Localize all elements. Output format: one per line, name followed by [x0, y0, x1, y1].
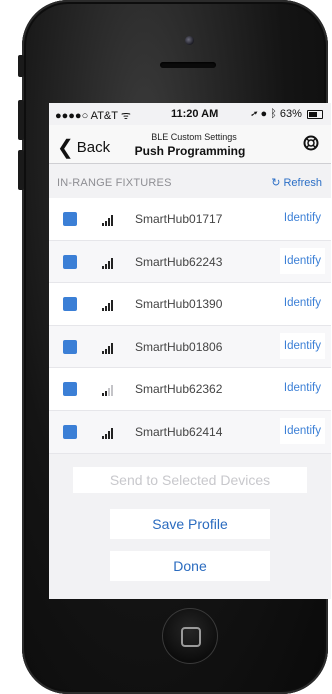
back-button[interactable]: ❮ Back — [57, 135, 110, 160]
signal-bar — [111, 300, 113, 312]
signal-strength-icon — [102, 342, 116, 354]
device-name: SmartHub01806 — [135, 339, 223, 354]
signal-bar — [102, 223, 104, 226]
back-label: Back — [76, 139, 111, 156]
signal-bar — [105, 306, 107, 312]
lifebuoy-icon[interactable] — [303, 135, 319, 151]
device-row[interactable]: SmartHub01390 Identify — [49, 283, 331, 326]
nav-subtitle: BLE Custom Settings — [151, 132, 237, 142]
device-checkbox[interactable] — [63, 382, 77, 397]
device-name: SmartHub01390 — [135, 297, 223, 312]
signal-bar — [111, 427, 113, 439]
front-camera — [185, 36, 194, 45]
signal-bar — [108, 260, 110, 269]
signal-bar — [108, 218, 110, 226]
device-row[interactable]: SmartHub62243 Identify — [49, 240, 331, 284]
signal-bar — [102, 265, 104, 269]
signal-bar — [102, 308, 104, 312]
signal-bar — [105, 348, 107, 354]
signal-bar — [111, 257, 113, 269]
device-list: SmartHub01717 Identify SmartHub62243 Identi… — [49, 198, 331, 454]
refresh-button[interactable]: ↻ Refresh — [271, 176, 322, 189]
status-bar: ●●●●○ AT&T ᯤ 11:20 AM ➚ ● ᛒ 63% — [49, 103, 331, 123]
home-square-icon — [181, 627, 201, 647]
device-checkbox[interactable] — [63, 297, 77, 312]
signal-bar — [102, 350, 104, 354]
signal-strength-icon — [102, 384, 116, 397]
device-name: SmartHub62243 — [135, 254, 223, 269]
status-right: ➚ ● ᛒ 63% — [251, 108, 323, 120]
device-checkbox[interactable] — [63, 339, 77, 354]
signal-strength-icon — [102, 427, 116, 439]
status-time: 11:20 AM — [171, 108, 219, 120]
save-profile-button[interactable]: Save Profile — [110, 509, 270, 539]
signal-bar — [108, 345, 110, 354]
signal-strength-icon — [102, 214, 116, 226]
signal-bar — [102, 435, 104, 439]
identify-button[interactable]: Identify — [279, 375, 325, 402]
signal-bar — [105, 263, 107, 269]
signal-bar — [108, 430, 110, 439]
identify-button[interactable]: Identify — [279, 417, 325, 444]
status-indicators: ➚ ● ᛒ 63% — [250, 108, 302, 120]
signal-bar — [105, 433, 107, 439]
section-title: IN-RANGE FIXTURES — [57, 177, 172, 189]
signal-bar — [108, 303, 110, 312]
device-name: SmartHub62414 — [135, 424, 223, 439]
identify-button[interactable]: Identify — [279, 247, 325, 274]
identify-button[interactable]: Identify — [279, 205, 325, 231]
battery-icon — [307, 109, 323, 119]
signal-bar — [102, 393, 104, 397]
device-row[interactable]: SmartHub62362 Identify — [49, 368, 331, 411]
signal-bar — [108, 388, 110, 397]
chevron-left-icon: ❮ — [57, 137, 74, 159]
send-to-selected-button[interactable]: Send to Selected Devices — [73, 467, 307, 493]
device-name: SmartHub62362 — [135, 382, 223, 397]
signal-bar — [111, 215, 113, 226]
done-button[interactable]: Done — [110, 551, 270, 581]
device-name: SmartHub01717 — [135, 212, 223, 226]
signal-bar — [111, 342, 113, 354]
refresh-icon: ↻ — [271, 177, 281, 189]
carrier-signal: ●●●●○ AT&T ᯤ — [55, 110, 131, 122]
mute-switch — [18, 55, 24, 77]
device-checkbox[interactable] — [63, 424, 77, 439]
device-row[interactable]: SmartHub01806 Identify — [49, 325, 331, 369]
home-button[interactable] — [162, 608, 218, 664]
signal-bar — [111, 385, 113, 397]
device-row[interactable]: SmartHub01717 Identify — [49, 198, 331, 241]
device-checkbox[interactable] — [63, 212, 77, 226]
identify-button[interactable]: Identify — [279, 290, 325, 317]
signal-strength-icon — [102, 299, 116, 312]
identify-button[interactable]: Identify — [279, 332, 325, 359]
device-row[interactable]: SmartHub62414 Identify — [49, 410, 331, 454]
earpiece-speaker — [160, 62, 216, 68]
app-screen: ●●●●○ AT&T ᯤ 11:20 AM ➚ ● ᛒ 63% ❮ Back BL… — [49, 103, 331, 599]
volume-up-button — [18, 100, 24, 140]
refresh-label: Refresh — [283, 177, 322, 189]
signal-bar — [105, 391, 107, 397]
section-header: IN-RANGE FIXTURES ↻ Refresh — [49, 171, 331, 195]
volume-down-button — [18, 150, 24, 190]
navigation-bar: ❮ Back BLE Custom Settings Push Programmi… — [49, 125, 331, 164]
nav-title: Push Programming — [134, 144, 246, 158]
signal-bar — [105, 221, 107, 226]
device-checkbox[interactable] — [63, 254, 77, 269]
signal-strength-icon — [102, 257, 116, 269]
